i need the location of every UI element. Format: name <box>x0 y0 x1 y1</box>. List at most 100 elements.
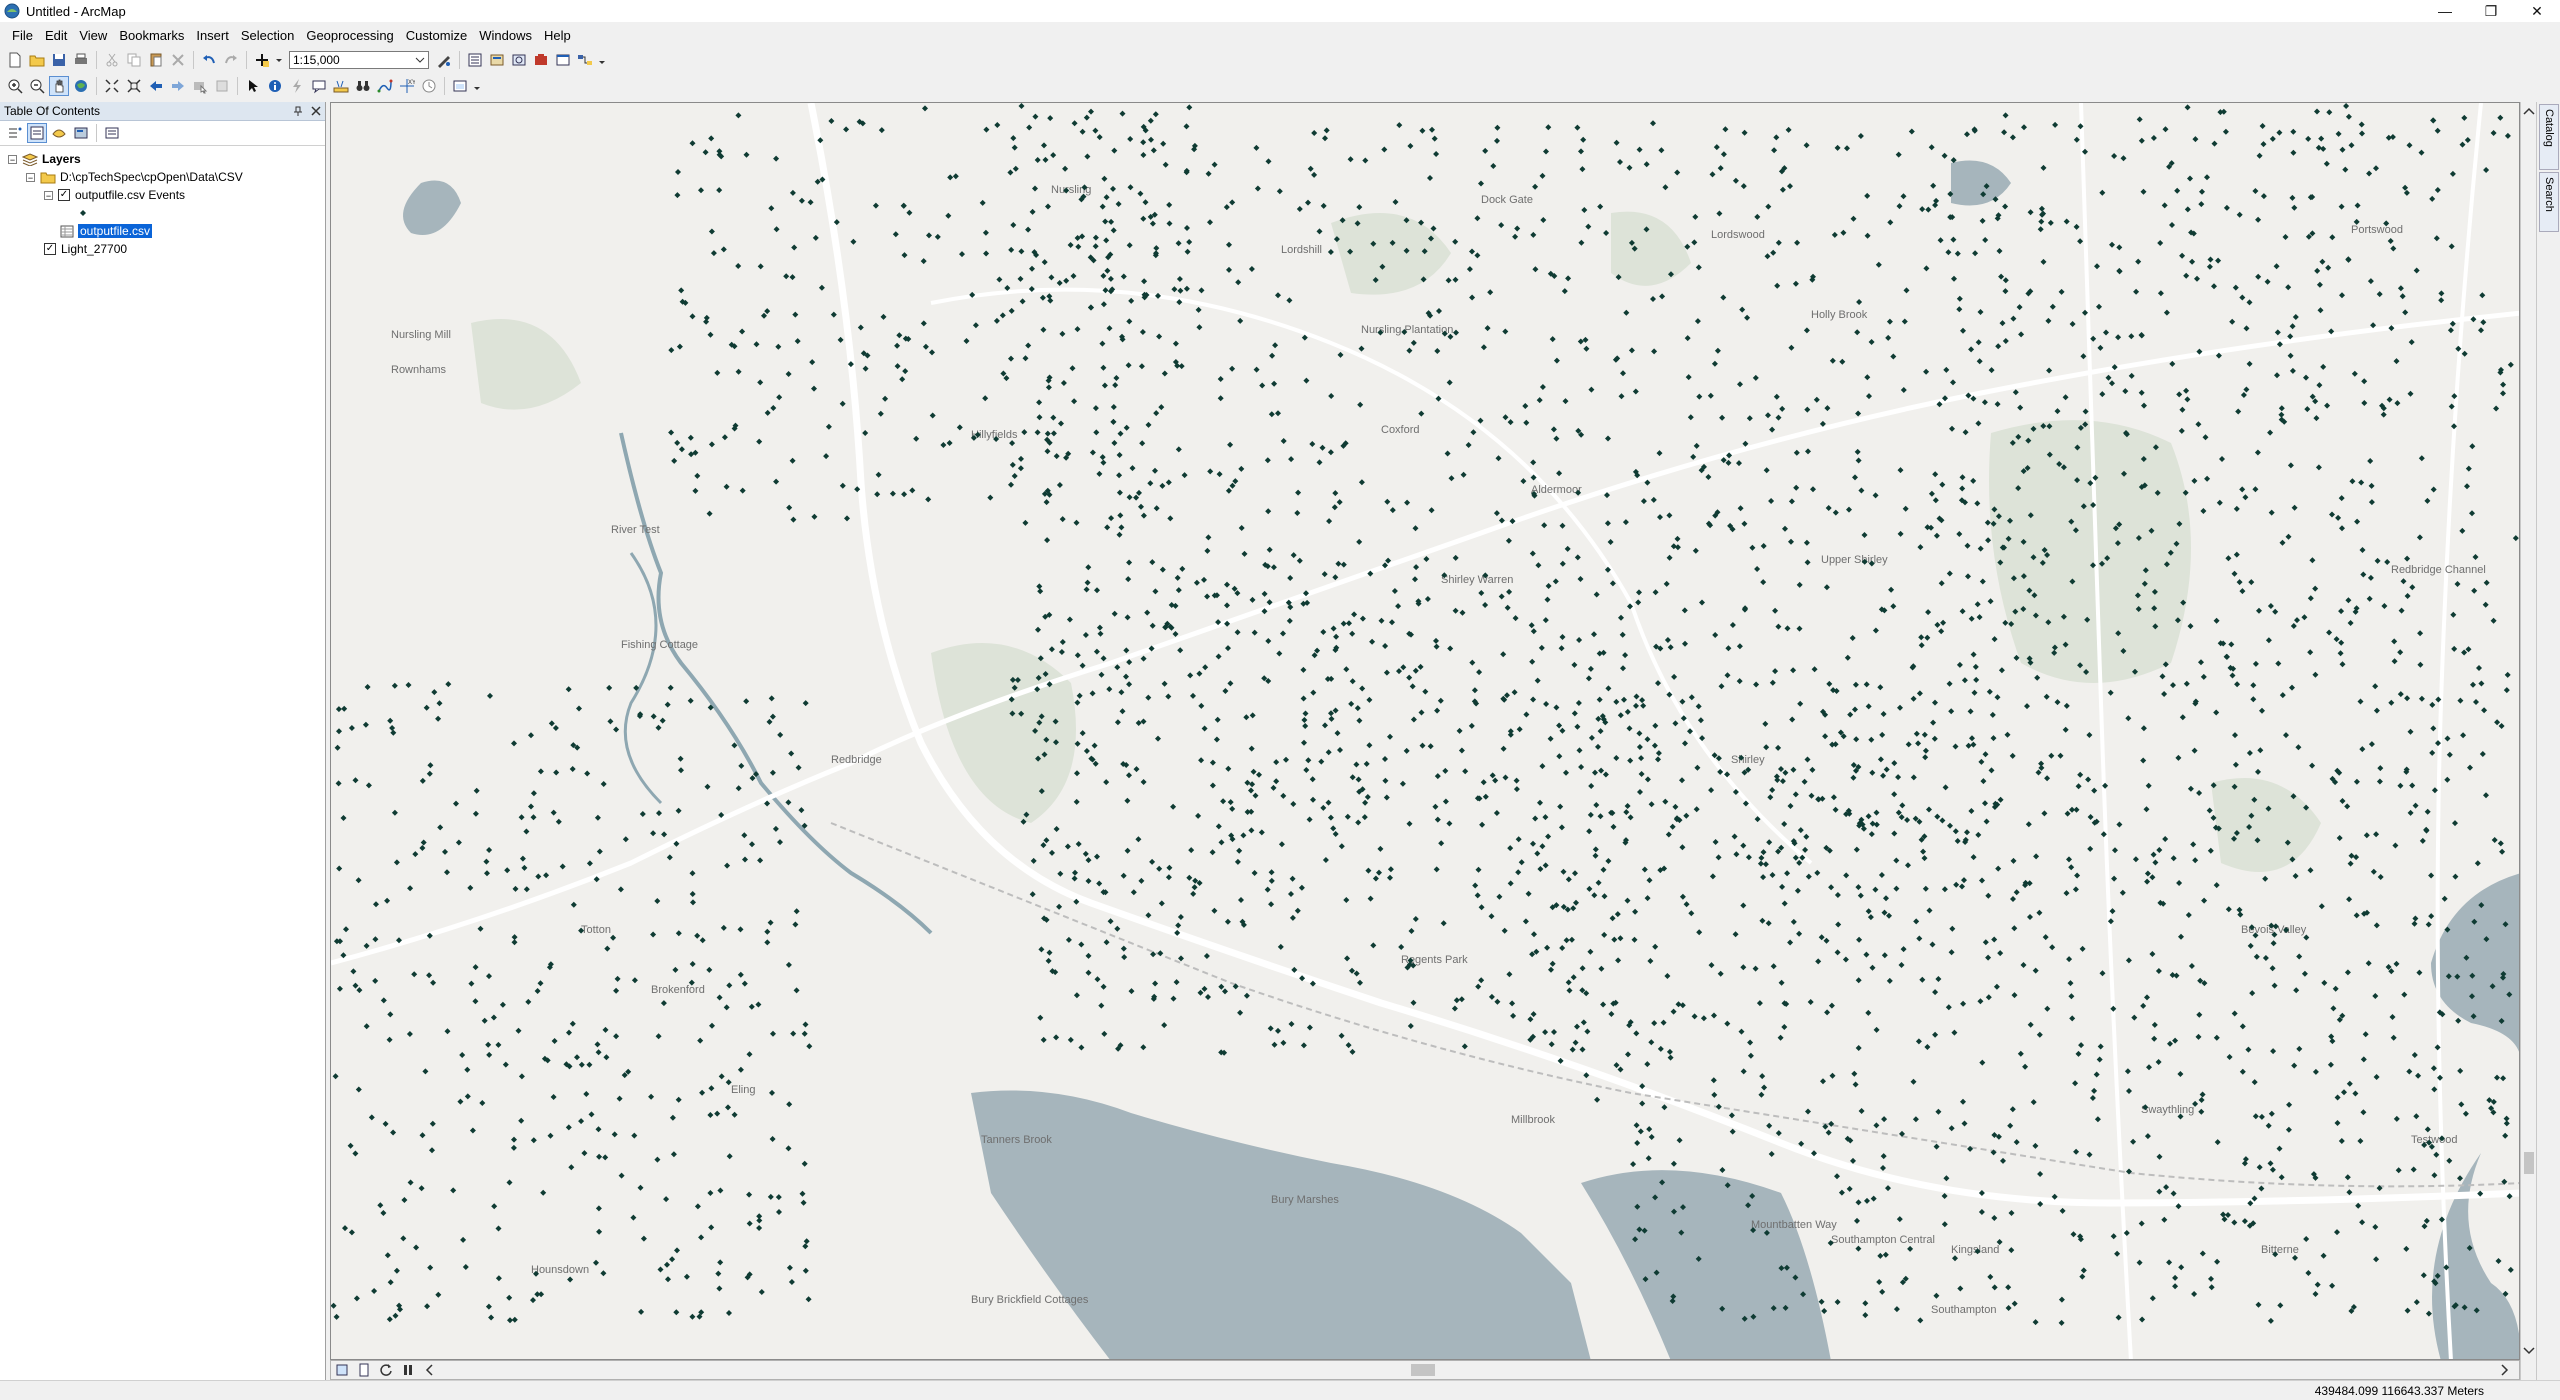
close-icon[interactable] <box>311 106 321 116</box>
folder-icon <box>40 172 56 183</box>
go-to-xy-button[interactable]: XY <box>397 76 417 96</box>
map-scale-value: 1:15,000 <box>293 53 340 67</box>
catalog-window-button[interactable] <box>487 50 507 70</box>
horizontal-scrollbar-thumb[interactable] <box>1411 1364 1435 1376</box>
toolbar-options-dropdown[interactable] <box>597 50 607 70</box>
layout-view-button[interactable] <box>354 1360 374 1380</box>
paste-icon <box>150 53 162 67</box>
measure-button[interactable] <box>331 76 351 96</box>
tools-options-dropdown[interactable] <box>472 76 482 96</box>
events-layer-visibility-checkbox[interactable]: ✓ <box>58 189 70 201</box>
menu-windows[interactable]: Windows <box>473 28 538 43</box>
table-of-contents-button[interactable] <box>465 50 485 70</box>
zoom-in-icon <box>8 79 23 94</box>
catalog-dock-tab[interactable]: Catalog <box>2539 104 2559 170</box>
tree-row-folder[interactable]: − D:\cpTechSpec\cpOpen\Data\CSV <box>0 168 325 186</box>
time-slider-button[interactable] <box>419 76 439 96</box>
search-window-button[interactable] <box>509 50 529 70</box>
new-document-button[interactable] <box>5 50 25 70</box>
fixed-zoom-out-button[interactable] <box>124 76 144 96</box>
print-button[interactable] <box>71 50 91 70</box>
scroll-left-button[interactable] <box>420 1360 440 1380</box>
fixed-zoom-in-button[interactable] <box>102 76 122 96</box>
vertical-scrollbar-thumb[interactable] <box>2524 1152 2534 1174</box>
menu-geoprocessing[interactable]: Geoprocessing <box>300 28 399 43</box>
tree-row-table[interactable]: outputfile.csv <box>0 222 325 240</box>
map-canvas[interactable]: NurslingNursling MillRownhamsLordswoodLo… <box>331 103 2520 1360</box>
tree-row-layers[interactable]: − Layers <box>0 150 325 168</box>
add-data-dropdown[interactable] <box>274 50 284 70</box>
collapse-icon[interactable]: − <box>26 172 35 182</box>
map-place-label: Fishing Cottage <box>621 639 698 651</box>
catalog-tab-label: Catalog <box>2543 109 2555 147</box>
map-place-label: Eling <box>731 1084 755 1096</box>
clear-selection-button[interactable] <box>212 76 232 96</box>
tree-row-basemap[interactable]: ✓ Light_27700 <box>0 240 325 258</box>
tools-toolbar: XY <box>0 74 483 98</box>
menu-file[interactable]: File <box>6 28 39 43</box>
identify-button[interactable] <box>265 76 285 96</box>
create-viewer-window-button[interactable] <box>450 76 470 96</box>
html-popup-button[interactable] <box>309 76 329 96</box>
search-dock-tab[interactable]: Search <box>2539 172 2559 232</box>
menu-help[interactable]: Help <box>538 28 577 43</box>
arctoolbox-button[interactable] <box>531 50 551 70</box>
collapse-icon[interactable]: − <box>8 154 17 164</box>
pin-icon[interactable] <box>293 106 303 116</box>
tree-row-events-layer[interactable]: − ✓ outputfile.csv Events <box>0 186 325 204</box>
hyperlink-button[interactable] <box>287 76 307 96</box>
menu-bookmarks[interactable]: Bookmarks <box>113 28 190 43</box>
redo-button[interactable] <box>221 50 241 70</box>
go-forward-extent-button[interactable] <box>168 76 188 96</box>
cut-button[interactable] <box>102 50 122 70</box>
pause-drawing-button[interactable] <box>398 1360 418 1380</box>
zoom-in-button[interactable] <box>5 76 25 96</box>
add-data-button[interactable] <box>252 50 272 70</box>
delete-button[interactable] <box>168 50 188 70</box>
paste-button[interactable] <box>146 50 166 70</box>
data-view-button[interactable] <box>332 1360 352 1380</box>
menu-insert[interactable]: Insert <box>190 28 235 43</box>
full-extent-button[interactable] <box>71 76 91 96</box>
collapse-icon[interactable]: − <box>44 190 53 200</box>
basemap-visibility-checkbox[interactable]: ✓ <box>44 243 56 255</box>
copy-button[interactable] <box>124 50 144 70</box>
chevron-up-icon[interactable] <box>2521 104 2537 120</box>
python-window-button[interactable] <box>553 50 573 70</box>
list-by-source-button[interactable] <box>27 123 47 143</box>
close-button[interactable]: ✕ <box>2514 0 2560 22</box>
chevron-down-icon[interactable] <box>2521 1342 2537 1358</box>
tree-row-symbol[interactable] <box>0 204 325 222</box>
save-button[interactable] <box>49 50 69 70</box>
toc-options-button[interactable] <box>102 123 122 143</box>
select-elements-button[interactable] <box>243 76 263 96</box>
minimize-button[interactable]: — <box>2422 0 2468 22</box>
time-slider-icon <box>422 79 436 93</box>
open-button[interactable] <box>27 50 47 70</box>
layer-tree: − Layers − D:\cpTechSpec\cpOpen\Data\CSV… <box>0 146 325 258</box>
map-place-label: Nursling Plantation <box>1361 324 1453 336</box>
editor-toolbar-button[interactable] <box>434 50 454 70</box>
find-button[interactable] <box>353 76 373 96</box>
vertical-scrollbar[interactable] <box>2520 102 2537 1380</box>
map-display[interactable]: Nursling Nursling Mill Rownhams Lordswood Lo… <box>330 102 2520 1360</box>
restore-button[interactable]: ❐ <box>2468 0 2514 22</box>
zoom-out-button[interactable] <box>27 76 47 96</box>
menu-edit[interactable]: Edit <box>39 28 73 43</box>
undo-button[interactable] <box>199 50 219 70</box>
map-scale-combobox[interactable]: 1:15,000 <box>289 51 429 69</box>
green-space <box>1989 420 2191 683</box>
menu-view[interactable]: View <box>73 28 113 43</box>
select-by-rectangle-button[interactable] <box>190 76 210 96</box>
scroll-right-button[interactable] <box>2494 1360 2514 1380</box>
list-by-visibility-button[interactable] <box>49 123 69 143</box>
menu-selection[interactable]: Selection <box>235 28 300 43</box>
list-by-drawing-order-button[interactable] <box>5 123 25 143</box>
model-builder-button[interactable] <box>575 50 595 70</box>
find-route-button[interactable] <box>375 76 395 96</box>
pan-button[interactable] <box>49 76 69 96</box>
menu-customize[interactable]: Customize <box>400 28 473 43</box>
list-by-selection-button[interactable] <box>71 123 91 143</box>
go-back-extent-button[interactable] <box>146 76 166 96</box>
refresh-view-button[interactable] <box>376 1360 396 1380</box>
